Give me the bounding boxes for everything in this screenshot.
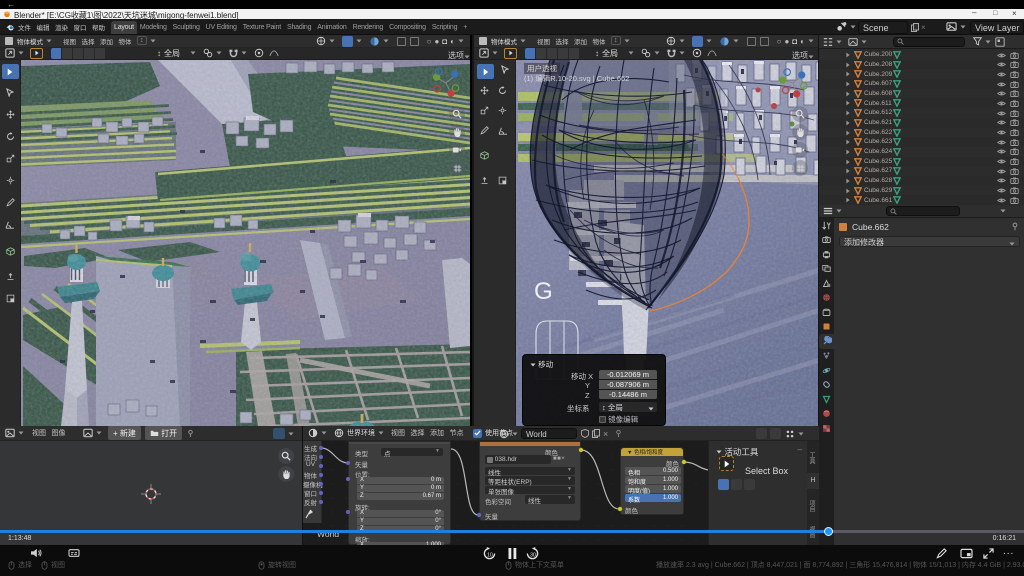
svg-text:10: 10	[487, 552, 493, 558]
svg-text:30: 30	[530, 552, 536, 558]
